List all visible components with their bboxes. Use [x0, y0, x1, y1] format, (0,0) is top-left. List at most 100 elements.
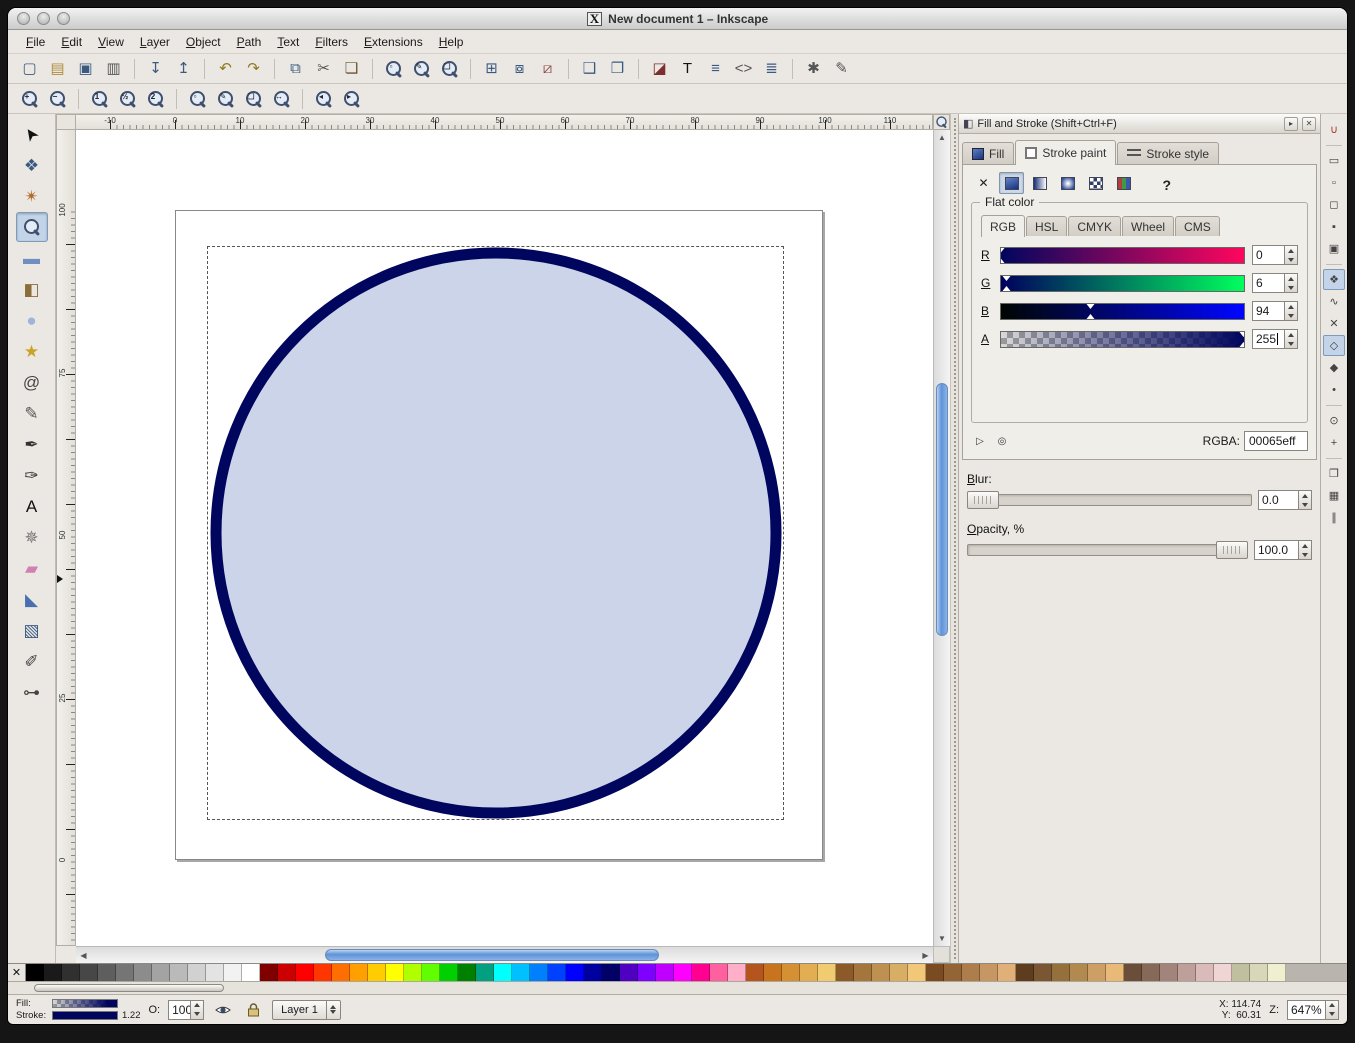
blur-slider[interactable]: [967, 491, 1252, 509]
color-tab-wheel[interactable]: Wheel: [1122, 216, 1174, 236]
palette-swatch[interactable]: [26, 964, 44, 981]
new-document-button[interactable]: ▢: [16, 56, 43, 82]
snap-bbox-edge-midpoints-button[interactable]: ▪: [1323, 216, 1345, 237]
linear-gradient-button[interactable]: [1027, 172, 1052, 194]
minimize-window-button[interactable]: [37, 12, 50, 25]
spin-up-button[interactable]: [1285, 246, 1297, 255]
print-document-button[interactable]: ▥: [100, 56, 127, 82]
spray-tool[interactable]: ✵: [16, 522, 48, 552]
selector-tool[interactable]: ➤: [16, 119, 48, 149]
palette-swatch[interactable]: [80, 964, 98, 981]
zoom-1-1-button[interactable]: 1: [86, 86, 113, 112]
palette-swatch[interactable]: [1250, 964, 1268, 981]
radial-gradient-button[interactable]: [1055, 172, 1080, 194]
palette-swatch[interactable]: [962, 964, 980, 981]
palette-swatch[interactable]: [944, 964, 962, 981]
zoom-input[interactable]: 647%: [1288, 1001, 1325, 1019]
title-bar[interactable]: X New document 1 – Inkscape: [8, 8, 1347, 30]
panel-detach-button[interactable]: ▸: [1284, 117, 1298, 131]
undo-button[interactable]: ↶: [212, 56, 239, 82]
zoom-page-button[interactable]: ❏: [240, 86, 267, 112]
paste-button[interactable]: ❏: [338, 56, 365, 82]
palette-swatch[interactable]: [1178, 964, 1196, 981]
unlink-clone-button[interactable]: ⧄: [534, 56, 561, 82]
canvas-viewport[interactable]: [76, 130, 933, 946]
color-tab-cms[interactable]: CMS: [1175, 216, 1220, 236]
color-tab-rgb[interactable]: RGB: [981, 215, 1025, 237]
pencil-tool[interactable]: ✎: [16, 398, 48, 428]
channel-g-slider[interactable]: [1000, 275, 1245, 292]
opacity-input[interactable]: 100.0: [1255, 541, 1298, 559]
snap-object-centers-button[interactable]: ⊙: [1323, 410, 1345, 431]
object-opacity-input[interactable]: 100: [169, 1001, 190, 1019]
spin-up-button[interactable]: [1285, 274, 1297, 283]
snap-rotation-centers-button[interactable]: +: [1323, 432, 1345, 453]
box3d-tool[interactable]: ◧: [16, 274, 48, 304]
palette-swatch[interactable]: [440, 964, 458, 981]
zoom-in-button[interactable]: +: [16, 86, 43, 112]
palette-swatch[interactable]: [728, 964, 746, 981]
palette-swatch[interactable]: [782, 964, 800, 981]
horizontal-scrollbar[interactable]: ◀ ▶: [76, 946, 933, 963]
palette-swatch[interactable]: [800, 964, 818, 981]
tab-stroke-style[interactable]: Stroke style: [1117, 142, 1219, 164]
zoom-next-button[interactable]: ▸: [338, 86, 365, 112]
palette-swatch[interactable]: [368, 964, 386, 981]
palette-swatch[interactable]: [170, 964, 188, 981]
slider-marker[interactable]: [1000, 248, 1006, 263]
palette-swatch[interactable]: [242, 964, 260, 981]
star-tool[interactable]: ★: [16, 336, 48, 366]
slider-marker[interactable]: [1002, 276, 1011, 291]
spin-up-button[interactable]: [1285, 330, 1297, 339]
palette-swatch[interactable]: [206, 964, 224, 981]
palette-swatch[interactable]: [674, 964, 692, 981]
palette-swatch[interactable]: [314, 964, 332, 981]
ellipse-tool[interactable]: ●: [16, 305, 48, 335]
zoom-selection-button[interactable]: ▫: [184, 86, 211, 112]
eraser-tool[interactable]: ▰: [16, 553, 48, 583]
slider-marker[interactable]: [1240, 332, 1246, 347]
horizontal-scroll-thumb[interactable]: [325, 949, 659, 961]
palette-swatch[interactable]: [1070, 964, 1088, 981]
layers-dialog-button[interactable]: ≣: [758, 56, 785, 82]
tweak-tool[interactable]: ✴: [16, 181, 48, 211]
palette-swatch[interactable]: [818, 964, 836, 981]
palette-swatch[interactable]: [926, 964, 944, 981]
palette-swatch[interactable]: [512, 964, 530, 981]
stroke-color-swatch[interactable]: [52, 1011, 118, 1020]
scroll-right-arrow[interactable]: ▶: [918, 948, 933, 963]
palette-swatch[interactable]: [1160, 964, 1178, 981]
palette-swatch[interactable]: [1268, 964, 1286, 981]
opacity-slider-handle[interactable]: [1216, 541, 1248, 559]
export-button[interactable]: ↥: [170, 56, 197, 82]
palette-swatch[interactable]: [296, 964, 314, 981]
zoom-tool[interactable]: [16, 212, 48, 242]
flat-color-button[interactable]: [999, 172, 1024, 194]
dropper-tool[interactable]: ✐: [16, 646, 48, 676]
palette-swatch[interactable]: [404, 964, 422, 981]
spin-down-button[interactable]: [1299, 500, 1311, 509]
panel-close-button[interactable]: ✕: [1302, 117, 1316, 131]
palette-swatch[interactable]: [98, 964, 116, 981]
paint-bucket-tool[interactable]: ◣: [16, 584, 48, 614]
palette-scrollbar[interactable]: [8, 981, 1347, 994]
channel-a-slider[interactable]: [1000, 331, 1245, 348]
palette-swatch[interactable]: [836, 964, 854, 981]
snap-cusp-nodes-button[interactable]: ◇: [1323, 335, 1345, 356]
channel-r-slider[interactable]: [1000, 247, 1245, 264]
spin-up-button[interactable]: [1299, 491, 1311, 500]
spin-down-button[interactable]: [1285, 339, 1297, 348]
palette-swatch[interactable]: [1196, 964, 1214, 981]
spin-down-button[interactable]: [191, 1010, 203, 1019]
spin-up-button[interactable]: [1285, 302, 1297, 311]
palette-swatch[interactable]: [980, 964, 998, 981]
layer-visibility-button[interactable]: [212, 1000, 234, 1020]
palette-swatch[interactable]: [134, 964, 152, 981]
palette-swatch[interactable]: [566, 964, 584, 981]
palette-swatch[interactable]: [1106, 964, 1124, 981]
zoom-drawing-button[interactable]: ✎: [212, 86, 239, 112]
document-properties-button[interactable]: ✎: [828, 56, 855, 82]
palette-swatch[interactable]: [1088, 964, 1106, 981]
open-document-button[interactable]: ▤: [44, 56, 71, 82]
palette-swatch[interactable]: [602, 964, 620, 981]
